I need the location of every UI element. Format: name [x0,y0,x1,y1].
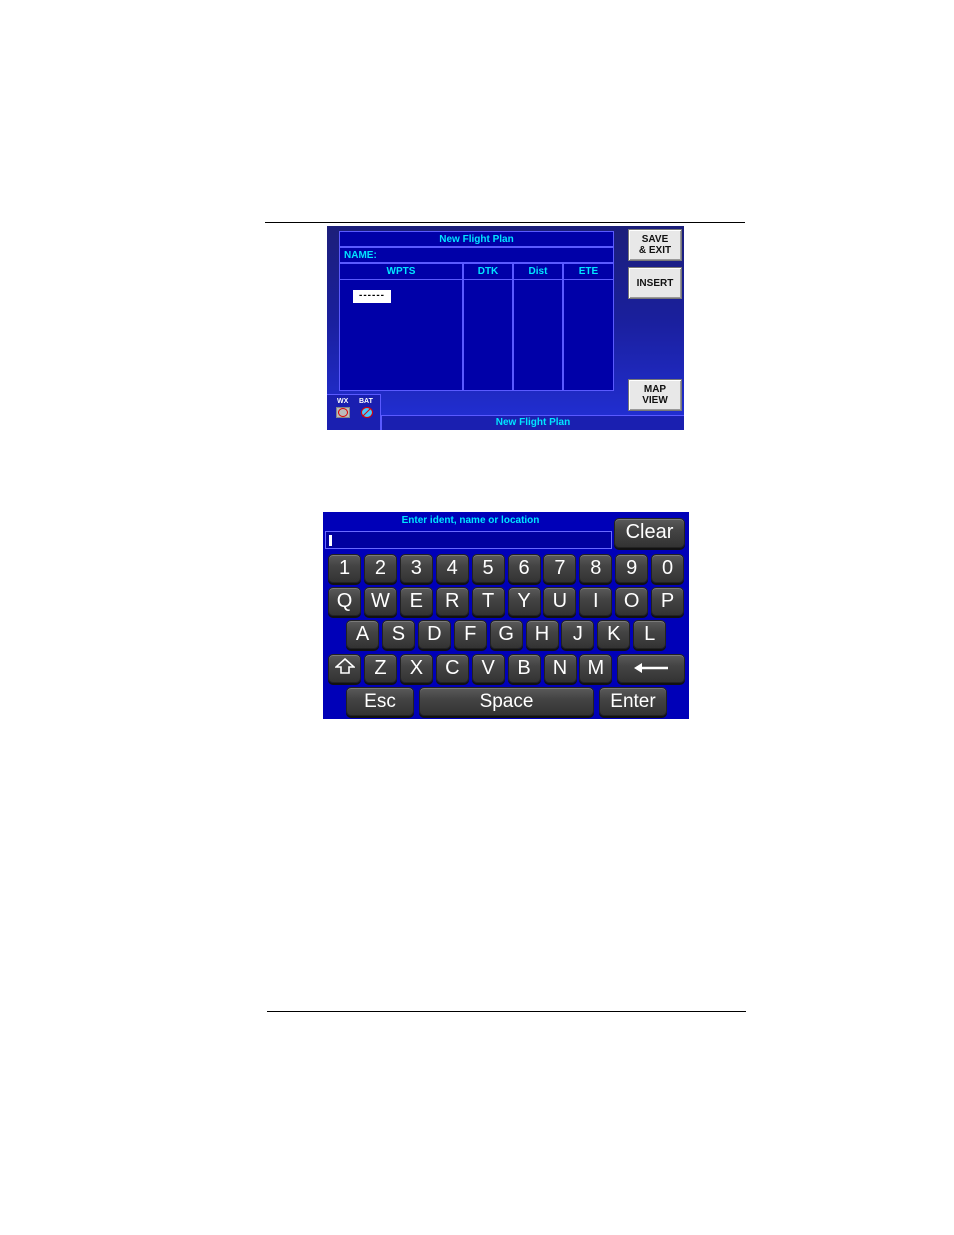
waypoint-entry[interactable]: ------ [353,290,391,303]
key-d[interactable]: D [417,620,451,649]
key-5[interactable]: 5 [471,554,505,583]
key-r[interactable]: R [435,587,469,616]
flight-plan-name-field[interactable]: NAME: [339,247,614,263]
key-g[interactable]: G [489,620,523,649]
keyboard-screen: Enter ident, name or location Clear 1234… [323,512,689,719]
ident-input[interactable] [325,531,612,549]
column-divider [562,264,564,390]
battery-disabled-icon [361,407,373,418]
key-i[interactable]: I [579,587,613,616]
waypoint-table: WPTS DTK Dist ETE ------ [339,263,614,391]
key-1[interactable]: 1 [328,554,361,583]
key-m[interactable]: M [579,654,613,683]
insert-button[interactable]: INSERT [628,267,682,299]
wx-disabled-icon [336,407,350,418]
text-cursor [329,535,332,546]
key-f[interactable]: F [453,620,487,649]
top-rule [265,222,745,223]
key-x[interactable]: X [399,654,433,683]
key-n[interactable]: N [543,654,577,683]
flight-plan-title: New Flight Plan [339,231,614,247]
clear-key[interactable]: Clear [614,518,685,548]
wx-label: WX [337,398,349,405]
column-divider [462,264,464,390]
key-k[interactable]: K [597,620,631,649]
column-header-dist: Dist [514,264,562,280]
key-u[interactable]: U [543,587,577,616]
key-t[interactable]: T [471,587,505,616]
key-6[interactable]: 6 [507,554,541,583]
bottom-rule [267,1011,746,1012]
key-v[interactable]: V [471,654,505,683]
key-4[interactable]: 4 [435,554,469,583]
enter-key[interactable]: Enter [599,687,667,716]
key-z[interactable]: Z [364,654,397,683]
key-0[interactable]: 0 [651,554,685,583]
column-header-dtk: DTK [464,264,512,280]
key-y[interactable]: Y [507,587,541,616]
column-header-wpts: WPTS [340,264,462,280]
map-view-button[interactable]: MAP VIEW [628,379,682,411]
key-l[interactable]: L [633,620,667,649]
key-h[interactable]: H [525,620,559,649]
shift-arrow-icon [333,657,356,674]
status-indicators: WX BAT [327,394,381,430]
key-o[interactable]: O [615,587,649,616]
key-7[interactable]: 7 [543,554,577,583]
key-j[interactable]: J [561,620,595,649]
key-e[interactable]: E [399,587,433,616]
bat-label: BAT [359,398,373,405]
esc-key[interactable]: Esc [346,687,414,716]
key-9[interactable]: 9 [615,554,649,583]
key-3[interactable]: 3 [399,554,433,583]
save-exit-button[interactable]: SAVE & EXIT [628,229,682,261]
key-2[interactable]: 2 [363,554,397,583]
key-c[interactable]: C [435,654,469,683]
backspace-arrow-icon [634,663,668,673]
key-8[interactable]: 8 [579,554,613,583]
key-w[interactable]: W [363,587,397,616]
key-q[interactable]: Q [328,587,361,616]
footer-title: New Flight Plan [381,415,684,430]
flight-plan-screen: New Flight Plan NAME: WPTS DTK Dist ETE … [327,226,684,430]
keyboard-prompt: Enter ident, name or location [401,515,540,526]
key-a[interactable]: A [346,620,379,649]
key-p[interactable]: P [651,587,685,616]
key-b[interactable]: B [507,654,541,683]
space-key[interactable]: Space [419,687,594,716]
shift-key[interactable] [328,654,361,683]
key-s[interactable]: S [381,620,415,649]
backspace-key[interactable] [617,654,685,683]
column-header-ete: ETE [564,264,613,280]
column-divider [512,264,514,390]
